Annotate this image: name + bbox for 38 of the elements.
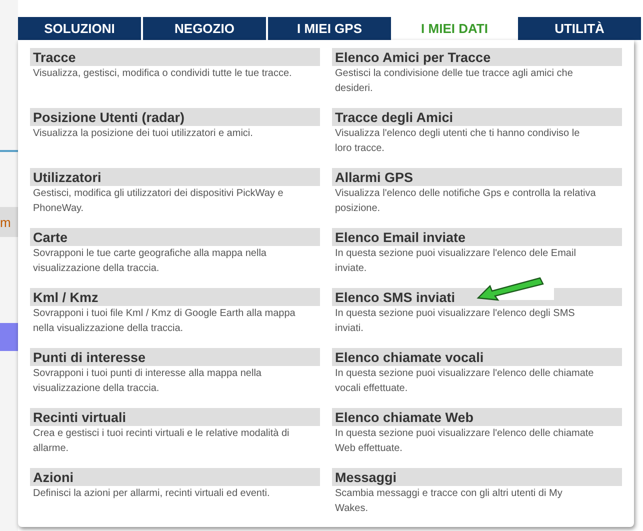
section-title[interactable]: Utilizzatori — [30, 168, 104, 186]
section-description: Visualizza l'elenco delle notifiche Gps e controlla la relativa posizione. — [334, 187, 597, 216]
section-title[interactable]: Kml / Kmz — [30, 288, 102, 306]
section-description: Crea e gestisci i tuoi recinti virtuali e le relative modalità di allarme. — [32, 427, 290, 456]
section-title[interactable]: Tracce — [30, 48, 79, 66]
nav-tab[interactable]: I MIEI GPS — [268, 17, 391, 40]
section-title[interactable]: Elenco Amici per Tracce — [332, 48, 494, 66]
section-title[interactable]: Messaggi — [332, 468, 400, 486]
section-title[interactable]: Punti di interesse — [30, 348, 149, 366]
section-title[interactable]: Elenco chiamate Web — [332, 408, 477, 426]
section-description: Visualizza, gestisci, modifica o condividi tutte le tue tracce. — [32, 67, 293, 81]
section-description: Visualizza la posizione dei tuoi utilizzatori e amici. — [32, 127, 254, 141]
section-description: Sovrapponi i tuoi file Kml / Kmz di Google Earth alla mappa nella visualizzazione della traccia. — [32, 307, 296, 336]
section-description: Sovrapponi i tuoi punti di interesse alla mappa nella visualizzazione della traccia. — [32, 367, 262, 396]
arrow-icon — [476, 276, 554, 302]
section-title[interactable]: Elenco chiamate vocali — [332, 348, 487, 366]
section-description: Scambia messaggi e tracce con gli altri utenti di My Wakes. — [334, 487, 564, 516]
section-description: In questa sezione puoi visualizzare l'elenco dele Email inviate. — [334, 247, 577, 276]
nav-tab[interactable]: SOLUZIONI — [18, 17, 141, 40]
section-title[interactable]: Azioni — [30, 468, 76, 486]
section-description: Gestisci la condivisione delle tue tracce agli amici che desideri. — [334, 67, 574, 96]
section-description: In questa sezione puoi visualizzare l'elenco delle chiamate vocali effettuate. — [334, 367, 595, 396]
nav-tab[interactable]: NEGOZIO — [143, 17, 266, 40]
section-description: Sovrapponi le tue carte geografiche alla mappa nella visualizzazione della traccia. — [32, 247, 268, 276]
section-description: In questa sezione puoi visualizzare l'elenco delle chiamate Web effettuate. — [334, 427, 595, 456]
section-description: In questa sezione puoi visualizzare l'elenco degli SMS inviati. — [334, 307, 576, 336]
section-title[interactable]: Posizione Utenti (radar) — [30, 108, 188, 126]
section-description: Definisci la azioni per allarmi, recinti virtuali ed eventi. — [32, 487, 271, 501]
nav-tab[interactable]: UTILITÀ — [518, 17, 641, 40]
background-text: m — [0, 216, 11, 228]
section-description: Visualizza l'elenco degli utenti che ti hanno condiviso le loro tracce. — [334, 127, 581, 156]
section-title[interactable]: Elenco SMS inviati — [332, 288, 458, 306]
section-title[interactable]: Recinti virtuali — [30, 408, 130, 426]
section-title[interactable]: Allarmi GPS — [332, 168, 416, 186]
section-title[interactable]: Tracce degli Amici — [332, 108, 456, 126]
section-title[interactable]: Carte — [30, 228, 71, 246]
section-title[interactable]: Elenco Email inviate — [332, 228, 469, 246]
section-description: Gestisci, modifica gli utilizzatori dei dispositivi PickWay e PhoneWay. — [32, 187, 284, 216]
